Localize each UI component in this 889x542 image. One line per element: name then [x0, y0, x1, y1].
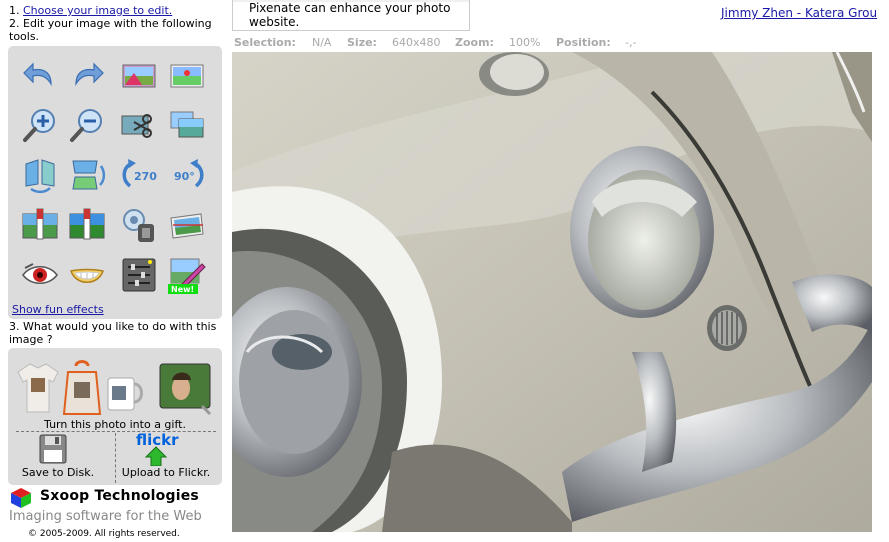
save-to-disk-button[interactable]	[36, 434, 70, 464]
zoom-in-button[interactable]	[21, 106, 59, 144]
floppy-disk-icon	[39, 434, 67, 464]
auto-fix-button[interactable]	[168, 56, 206, 94]
sharpen-icon	[123, 209, 154, 242]
zoom-value: 100%	[509, 36, 541, 49]
rotate-270-text: 270°	[134, 170, 158, 183]
selection-label: Selection:	[234, 36, 296, 49]
contrast-icon	[69, 208, 105, 240]
rotate-90-icon: 90°	[174, 159, 204, 188]
rotate-90-button[interactable]: 90°	[168, 156, 206, 194]
flip-horizontal-button[interactable]	[21, 156, 59, 194]
brightness-button[interactable]	[21, 206, 59, 244]
redo-button[interactable]	[68, 56, 106, 94]
draw-button[interactable]: New!	[168, 256, 206, 294]
straighten-button[interactable]	[168, 206, 206, 244]
status-bar: Selection: N/A Size: 640x480 Zoom: 100% …	[232, 36, 889, 51]
undo-button[interactable]	[21, 56, 59, 94]
position-label: Position:	[556, 36, 611, 49]
size-value: 640x480	[392, 36, 441, 49]
contrast-button[interactable]	[68, 206, 106, 244]
gift-products-icon	[17, 360, 212, 416]
promo-notice: Pixenate can enhance your photo website.	[232, 0, 470, 31]
rotate-270-button[interactable]: 270°	[120, 156, 158, 194]
promo-notice-text: Pixenate can enhance your photo website.	[249, 1, 451, 29]
outputs-panel: Turn this photo into a gift. Save to Dis…	[8, 348, 222, 485]
flickr-logo-text: flickr	[136, 432, 179, 449]
auto-fix-icon	[170, 64, 204, 88]
upload-flickr-button[interactable]: flickr	[132, 431, 190, 467]
car-photo	[232, 52, 872, 532]
show-fun-effects-link[interactable]: Show fun effects	[12, 303, 104, 316]
zoom-in-icon	[23, 109, 55, 142]
resize-button[interactable]	[168, 106, 206, 144]
red-eye-icon	[22, 263, 58, 284]
flip-vertical-button[interactable]	[68, 156, 106, 194]
red-eye-button[interactable]	[21, 256, 59, 294]
upload-flickr-label: Upload to Flickr.	[121, 466, 211, 479]
rotate-270-icon: 270°	[122, 159, 158, 188]
step-2-text: 2. Edit your image with the following to…	[9, 17, 212, 43]
flip-vertical-icon	[72, 160, 106, 190]
gift-button[interactable]	[16, 358, 216, 420]
left-panel: 1. Choose your image to edit. 2. Edit yo…	[0, 0, 228, 542]
adjust-sliders-button[interactable]	[120, 256, 158, 294]
crop-icon	[121, 114, 152, 138]
choose-image-link[interactable]: Choose your image to edit.	[23, 4, 172, 17]
draw-icon: New!	[168, 258, 206, 294]
brand-copyright: © 2005-2009. All rights reserved.	[28, 529, 180, 539]
teeth-whiten-icon	[70, 268, 104, 283]
step-3-text: 3. What would you like to do with this i…	[9, 320, 217, 346]
flip-horizontal-icon	[25, 159, 55, 194]
crop-button[interactable]	[120, 106, 158, 144]
teeth-whiten-button[interactable]	[68, 256, 106, 294]
straighten-icon	[170, 213, 204, 239]
user-account-link[interactable]: Jimmy Zhen - Katera Grou	[721, 6, 877, 20]
sxoop-logo-icon	[11, 488, 31, 508]
brand-tagline: Imaging software for the Web	[9, 509, 202, 524]
zoom-out-icon	[70, 109, 102, 142]
rotate-90-text: 90°	[174, 170, 195, 183]
brightness-icon	[22, 208, 58, 240]
enhance-icon	[122, 64, 156, 88]
enhance-button[interactable]	[120, 56, 158, 94]
size-label: Size:	[347, 36, 377, 49]
flickr-upload-icon: flickr	[136, 431, 179, 467]
step-1: 1. Choose your image to edit.	[9, 4, 172, 17]
redo-icon	[75, 62, 104, 87]
resize-icon	[170, 111, 204, 138]
save-to-disk-label: Save to Disk.	[21, 466, 95, 479]
step-1-number: 1.	[9, 4, 20, 17]
undo-icon	[23, 62, 52, 87]
new-badge: New!	[171, 285, 194, 294]
sharpen-button[interactable]	[120, 206, 158, 244]
photo-canvas[interactable]	[232, 52, 872, 532]
zoom-out-button[interactable]	[68, 106, 106, 144]
tools-panel: 270° 90° New! Show fun effects	[8, 46, 222, 319]
position-value: -,-	[625, 36, 637, 49]
brand-name: Sxoop Technologies	[40, 488, 199, 504]
gift-label: Turn this photo into a gift.	[44, 418, 186, 431]
selection-value: N/A	[312, 36, 332, 49]
adjust-sliders-icon	[122, 258, 156, 292]
zoom-label: Zoom:	[455, 36, 494, 49]
